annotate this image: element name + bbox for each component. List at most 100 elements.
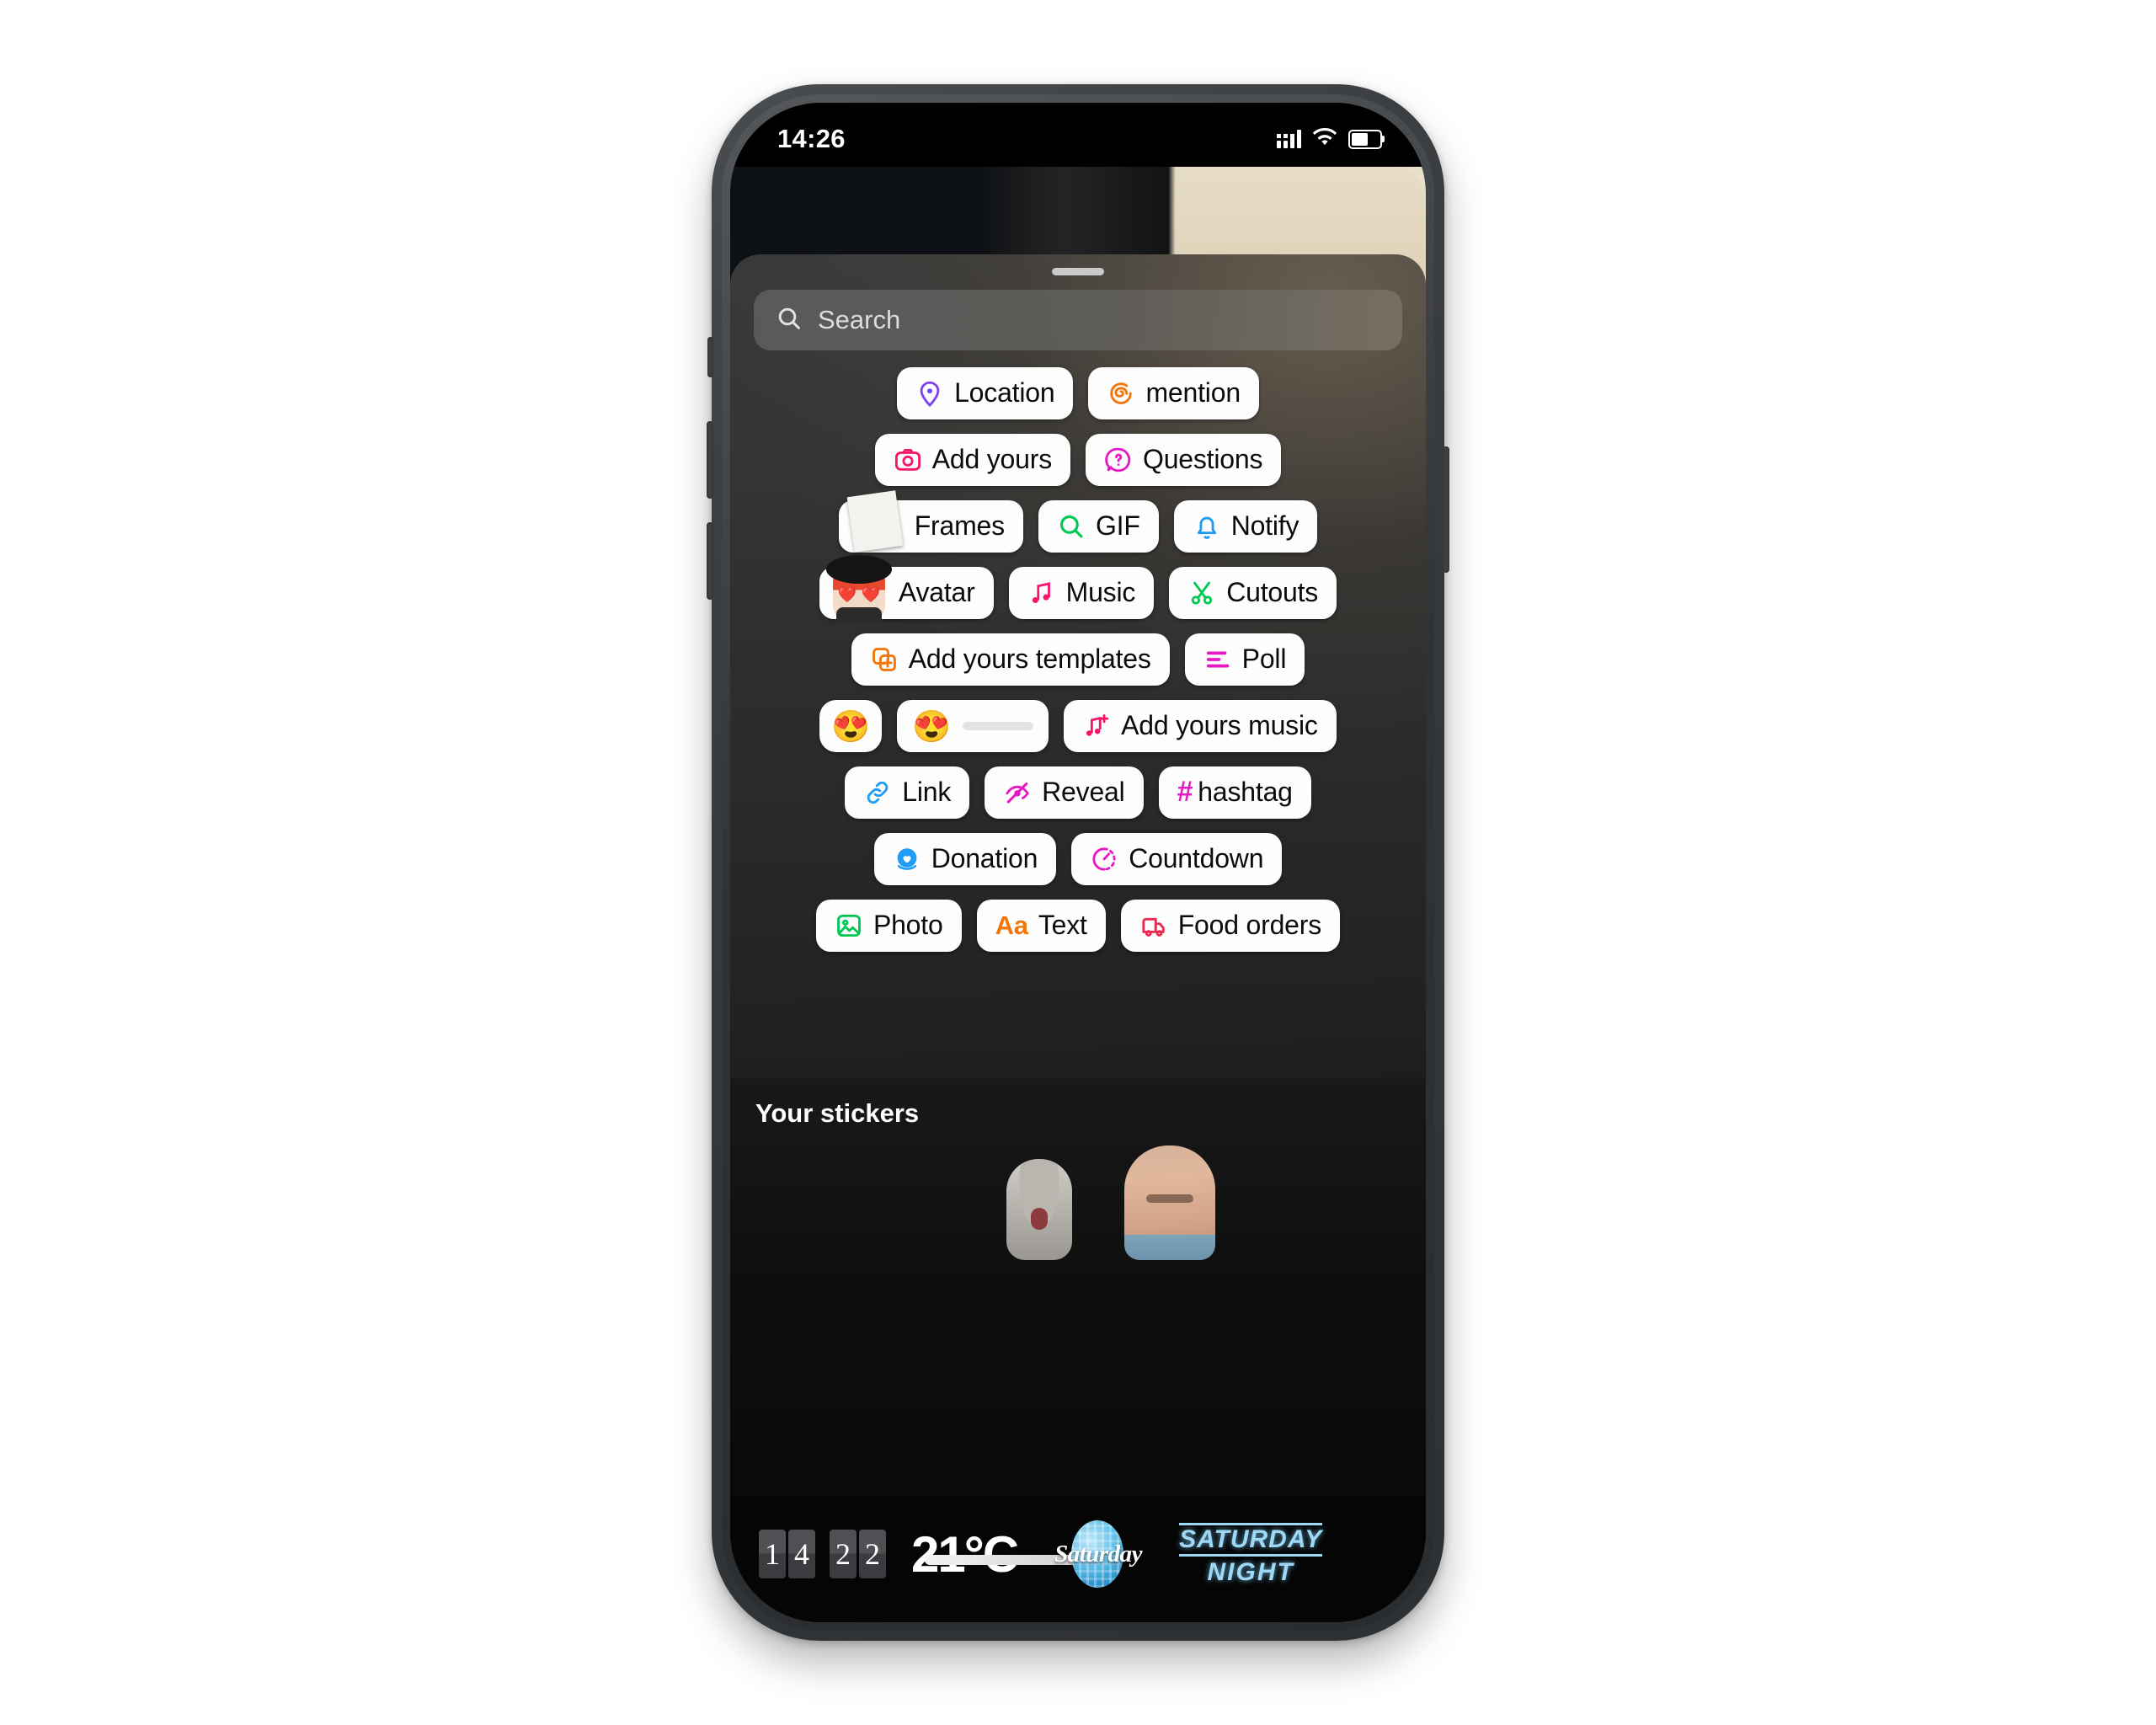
phone-screen: 14:26 Search Location mention Add yours … bbox=[730, 103, 1426, 1622]
flip-clock-minutes: 2 2 bbox=[830, 1530, 886, 1578]
sticker-music[interactable]: Music bbox=[1008, 567, 1155, 619]
sticker-label: Music bbox=[1065, 577, 1136, 607]
sticker-link[interactable]: Link bbox=[845, 766, 970, 819]
sticker-donation[interactable]: Donation bbox=[873, 833, 1057, 885]
sticker-questions[interactable]: Questions bbox=[1086, 434, 1282, 486]
search-input[interactable] bbox=[816, 304, 1380, 336]
polaroid-photo-thumbnail bbox=[846, 490, 905, 553]
sticker-food-orders[interactable]: Food orders bbox=[1120, 900, 1341, 952]
sticker-frames[interactable]: Frames bbox=[838, 490, 1023, 553]
sticker-label: hashtag bbox=[1198, 777, 1293, 807]
search-icon bbox=[776, 305, 803, 336]
heart-eyes-emoji: 😍 bbox=[912, 708, 952, 744]
flip-digit: 4 bbox=[788, 1530, 815, 1578]
sticker-label: Add yours templates bbox=[908, 644, 1151, 674]
scissors-icon bbox=[1187, 579, 1216, 607]
location-pin-icon bbox=[915, 379, 944, 408]
flip-digit: 1 bbox=[759, 1530, 786, 1578]
sticker-mention[interactable]: mention bbox=[1088, 367, 1259, 419]
emoji-slider-track[interactable] bbox=[963, 722, 1034, 730]
sticker-avatar[interactable]: ❤️ ❤️ Avatar bbox=[819, 555, 994, 621]
heart-eyes-emoji: 😍 bbox=[831, 708, 871, 744]
temperature-value: 21°C bbox=[911, 1525, 1019, 1583]
cat-sticker[interactable] bbox=[1006, 1159, 1072, 1260]
neon-line-1: SATURDAY bbox=[1179, 1523, 1323, 1557]
sticker-label: Avatar bbox=[898, 577, 975, 607]
sticker-emoji-slider[interactable]: 😍 bbox=[897, 700, 1049, 752]
sticker-label: Poll bbox=[1241, 644, 1287, 674]
stacked-squares-plus-icon bbox=[870, 645, 899, 674]
sticker-location[interactable]: Location bbox=[897, 367, 1074, 419]
sticker-label: Cutouts bbox=[1226, 577, 1319, 607]
sticker-label: Link bbox=[902, 777, 952, 807]
sticker-label: mention bbox=[1145, 377, 1241, 408]
sticker-label: Reveal bbox=[1042, 777, 1125, 807]
question-bubble-icon bbox=[1104, 446, 1133, 474]
status-bar-icons bbox=[1277, 127, 1385, 151]
avatar-face-thumbnail: ❤️ ❤️ bbox=[825, 555, 892, 621]
photo-image-icon bbox=[835, 911, 863, 940]
sticker-label: Frames bbox=[914, 510, 1005, 541]
eye-slash-icon bbox=[1003, 778, 1032, 807]
sticker-tray-sheet: Location mention bbox=[730, 254, 1426, 1622]
sticker-add-yours[interactable]: Add yours bbox=[874, 434, 1070, 486]
countdown-timer-icon bbox=[1090, 845, 1118, 873]
sticker-row: Link Reveal # hashtag bbox=[730, 766, 1426, 819]
sticker-cutouts[interactable]: Cutouts bbox=[1169, 567, 1337, 619]
sticker-row: Donation Countdown bbox=[730, 833, 1426, 885]
sticker-gif[interactable]: GIF bbox=[1038, 500, 1159, 553]
poll-bars-icon bbox=[1203, 645, 1232, 674]
sticker-poll[interactable]: Poll bbox=[1184, 633, 1305, 686]
sticker-label: Questions bbox=[1143, 444, 1263, 474]
threads-at-icon bbox=[1107, 379, 1135, 408]
sticker-add-yours-templates[interactable]: Add yours templates bbox=[851, 633, 1170, 686]
magnifier-icon bbox=[1057, 512, 1086, 541]
sticker-label: Text bbox=[1038, 910, 1087, 940]
sticker-row: 😍 😍 Add yours music bbox=[730, 700, 1426, 752]
sticker-add-yours-music[interactable]: Add yours music bbox=[1064, 700, 1337, 752]
bell-icon bbox=[1193, 512, 1221, 541]
sticker-row: Photo Aa Text Food orders bbox=[730, 900, 1426, 952]
sticker-label: Photo bbox=[873, 910, 943, 940]
sticker-label: GIF bbox=[1095, 510, 1140, 541]
silent-switch[interactable] bbox=[707, 337, 713, 377]
sticker-row: Add yours Questions bbox=[730, 434, 1426, 486]
saturday-night-neon-sticker[interactable]: SATURDAY NIGHT bbox=[1179, 1523, 1323, 1586]
music-note-plus-icon bbox=[1082, 712, 1111, 740]
sticker-row: Frames GIF Notify bbox=[730, 490, 1426, 553]
search-bar[interactable] bbox=[754, 290, 1402, 350]
your-stickers-section: Your stickers 1 4 2 2 21°C Saturday SATU… bbox=[730, 1078, 1426, 1622]
flip-clock-sticker[interactable]: 1 4 2 2 bbox=[759, 1530, 886, 1578]
sticker-text[interactable]: Aa Text bbox=[976, 900, 1106, 952]
sheet-drag-handle[interactable] bbox=[1052, 268, 1104, 275]
your-stickers-title: Your stickers bbox=[755, 1098, 920, 1128]
sticker-list: Location mention Add yours Questions Fra… bbox=[730, 367, 1426, 966]
phone-device: 14:26 Search Location mention Add yours … bbox=[707, 84, 1449, 1641]
sticker-label: Notify bbox=[1230, 510, 1299, 541]
flip-digit: 2 bbox=[859, 1530, 886, 1578]
sticker-row: Add yours templates Poll bbox=[730, 633, 1426, 686]
bottom-sticker-row: 1 4 2 2 21°C Saturday SATURDAY NIGHT bbox=[730, 1496, 1426, 1622]
sticker-countdown[interactable]: Countdown bbox=[1071, 833, 1283, 885]
volume-down-button[interactable] bbox=[707, 522, 713, 600]
sticker-label: Donation bbox=[931, 843, 1038, 873]
wifi-icon bbox=[1312, 127, 1337, 151]
music-note-icon bbox=[1027, 579, 1056, 607]
volume-up-button[interactable] bbox=[707, 421, 713, 499]
sticker-reveal[interactable]: Reveal bbox=[985, 766, 1144, 819]
sticker-emoji-reaction[interactable]: 😍 bbox=[819, 700, 883, 752]
neon-line-2: NIGHT bbox=[1207, 1558, 1294, 1586]
power-button[interactable] bbox=[1443, 446, 1449, 573]
battery-icon bbox=[1348, 129, 1385, 149]
man-face-sticker[interactable] bbox=[1124, 1146, 1215, 1260]
day-sticker[interactable]: Saturday bbox=[1043, 1515, 1154, 1593]
sticker-notify[interactable]: Notify bbox=[1173, 500, 1318, 553]
sticker-photo[interactable]: Photo bbox=[815, 900, 962, 952]
sticker-label: Add yours music bbox=[1121, 710, 1318, 740]
temperature-sticker[interactable]: 21°C bbox=[911, 1525, 1118, 1583]
flip-digit: 2 bbox=[830, 1530, 857, 1578]
day-sticker-label: Saturday bbox=[1054, 1540, 1143, 1567]
sticker-hashtag[interactable]: # hashtag bbox=[1158, 766, 1311, 819]
status-bar-time: 14:26 bbox=[777, 124, 846, 153]
sticker-label: Location bbox=[954, 377, 1055, 408]
